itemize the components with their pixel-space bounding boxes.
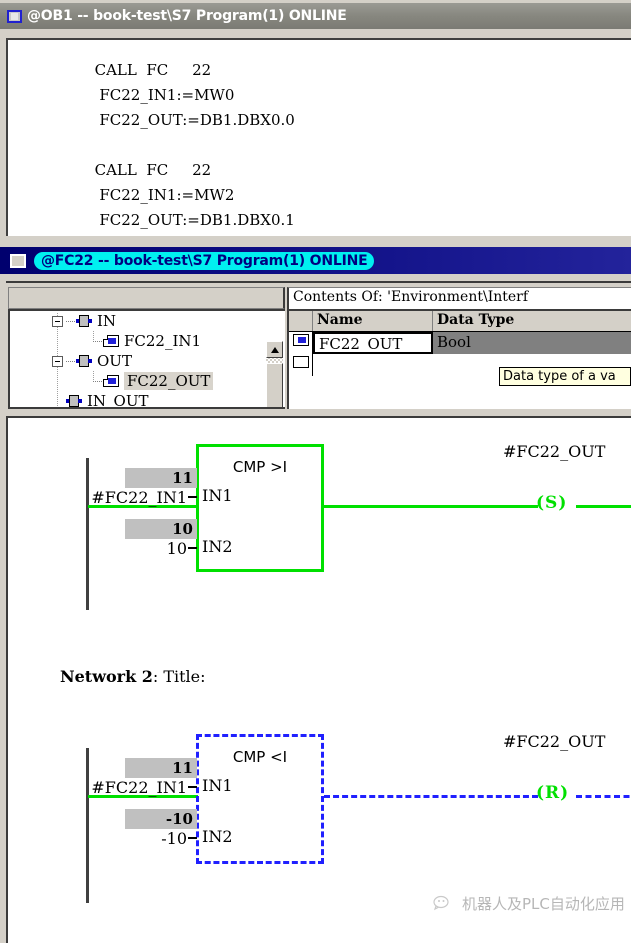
table-row[interactable]: FC22_OUT Bool	[289, 332, 631, 354]
tree-connector	[93, 340, 103, 342]
tree-connector	[66, 320, 76, 322]
ob1-window: @OB1 -- book-test\S7 Program(1) ONLINE C…	[0, 0, 631, 240]
network-2-label: : Title:	[152, 667, 206, 686]
tree-connector	[93, 380, 103, 382]
rung-line-right	[322, 505, 538, 508]
column-header-icon[interactable]	[289, 311, 313, 331]
tree-item-label: FC22_OUT	[124, 372, 214, 390]
watermark: 机器人及PLC自动化应用	[433, 893, 625, 914]
operand-in2[interactable]: -10	[43, 829, 187, 848]
pin-label-in1: IN1	[202, 486, 233, 505]
pin-stub	[188, 837, 197, 839]
operand-in2[interactable]: 10	[43, 539, 187, 558]
cell-name[interactable]	[313, 354, 433, 376]
declaration-table[interactable]: Name Data Type FC22_OUT Bool	[287, 309, 631, 409]
tree-item-in[interactable]: IN	[52, 311, 116, 331]
data-type-tooltip: Data type of a va	[499, 367, 631, 386]
system-menu-icon[interactable]	[10, 253, 26, 268]
status-value-in2: -10	[125, 809, 197, 829]
cell-name[interactable]: FC22_OUT	[313, 332, 433, 354]
power-rail	[86, 748, 89, 903]
status-value-in2: 10	[125, 519, 197, 539]
pin-label-in1: IN1	[202, 776, 233, 795]
tree-connector	[66, 360, 76, 362]
declaration-header-left	[8, 287, 285, 309]
fc22-title-bar[interactable]: @FC22 -- book-test\S7 Program(1) ONLINE	[0, 247, 631, 274]
cmp-block-label: CMP <I	[232, 748, 288, 766]
variable-icon	[293, 334, 309, 346]
system-menu-icon[interactable]	[7, 9, 22, 23]
declaration-pane: Contents Of: 'Environment\Interf IN FC22…	[6, 281, 631, 411]
row-icon-cell	[289, 332, 313, 354]
cmp-block-label: CMP >I	[232, 458, 288, 476]
wechat-logo-icon	[433, 895, 455, 913]
pin-stub	[188, 547, 197, 549]
set-coil-1[interactable]: (S)	[536, 493, 567, 513]
ob1-code-area[interactable]: CALL FC 22 FC22_IN1:=MW0 FC22_OUT:=DB1.D…	[6, 38, 631, 236]
tree-item-label: OUT	[97, 352, 132, 370]
new-row-icon	[293, 356, 309, 368]
contents-of-label: Contents Of: 'Environment\Interf	[293, 289, 529, 305]
row-icon-cell	[289, 354, 313, 376]
ob1-window-title: @OB1 -- book-test\S7 Program(1) ONLINE	[27, 8, 347, 24]
ob1-stl-code: CALL FC 22 FC22_IN1:=MW0 FC22_OUT:=DB1.D…	[94, 61, 295, 229]
power-rail	[86, 458, 89, 610]
tree-scrollbar[interactable]	[266, 341, 283, 407]
block-io-icon	[76, 355, 92, 367]
tree-item-label: IN_OUT	[87, 392, 149, 409]
pin-stub	[188, 496, 197, 498]
status-value-in1: 11	[125, 758, 197, 778]
tree-item-label: IN	[97, 312, 117, 330]
collapse-expander-icon[interactable]	[52, 355, 63, 367]
coil-operand-2[interactable]: #FC22_OUT	[503, 732, 605, 751]
block-io-icon	[76, 315, 92, 327]
block-io-icon	[66, 395, 82, 407]
column-header-name[interactable]: Name	[313, 311, 433, 331]
arrow-up-icon	[270, 346, 279, 353]
fc22-window-title: @FC22 -- book-test\S7 Program(1) ONLINE	[34, 251, 375, 270]
reset-coil-2[interactable]: (R)	[536, 783, 569, 803]
network-2-title: Network 2: Title:	[60, 667, 206, 686]
tree-item-out[interactable]: OUT	[52, 351, 132, 371]
ob1-title-bar[interactable]: @OB1 -- book-test\S7 Program(1) ONLINE	[0, 3, 631, 29]
rung-line-right	[324, 795, 538, 798]
ladder-editor[interactable]: CMP >I 11 #FC22_IN1 IN1 10 10 IN2 #FC22_…	[6, 416, 631, 943]
variable-icon	[103, 375, 119, 387]
interface-tree-inner: IN FC22_IN1 OUT FC22_OUT IN_OUT	[10, 311, 268, 409]
operand-in1[interactable]: #FC22_IN1	[43, 488, 187, 507]
tree-item-label: FC22_IN1	[124, 332, 202, 350]
operand-in1[interactable]: #FC22_IN1	[43, 778, 187, 797]
tree-item-fc22-in1[interactable]: FC22_IN1	[93, 331, 201, 351]
collapse-expander-icon[interactable]	[52, 315, 63, 327]
table-header-row: Name Data Type	[289, 311, 631, 332]
pin-label-in2: IN2	[202, 827, 233, 846]
cell-data-type[interactable]: Bool	[433, 332, 631, 354]
contents-of-bar: Contents Of: 'Environment\Interf	[287, 287, 631, 309]
watermark-text: 机器人及PLC自动化应用	[462, 895, 625, 913]
column-header-data-type[interactable]: Data Type	[433, 311, 631, 331]
window-toolbar-gap	[0, 29, 631, 38]
window2-top-edge	[0, 240, 631, 247]
pin-label-in2: IN2	[202, 537, 233, 556]
tree-item-fc22-out[interactable]: FC22_OUT	[93, 371, 214, 391]
variable-icon	[103, 335, 119, 347]
scrollbar-thumb[interactable]	[266, 363, 283, 407]
declaration-header: Contents Of: 'Environment\Interf	[6, 281, 631, 309]
network-2-number: Network 2	[60, 667, 153, 686]
tree-item-in-out[interactable]: IN_OUT	[66, 391, 149, 409]
interface-tree[interactable]: IN FC22_IN1 OUT FC22_OUT IN_OUT	[8, 309, 285, 409]
coil-operand-1[interactable]: #FC22_OUT	[503, 442, 605, 461]
rung-line-tail	[576, 505, 631, 508]
rung-line-tail	[576, 795, 631, 798]
pin-stub	[188, 786, 197, 788]
scroll-up-button[interactable]	[266, 341, 283, 358]
status-value-in1: 11	[125, 468, 197, 488]
